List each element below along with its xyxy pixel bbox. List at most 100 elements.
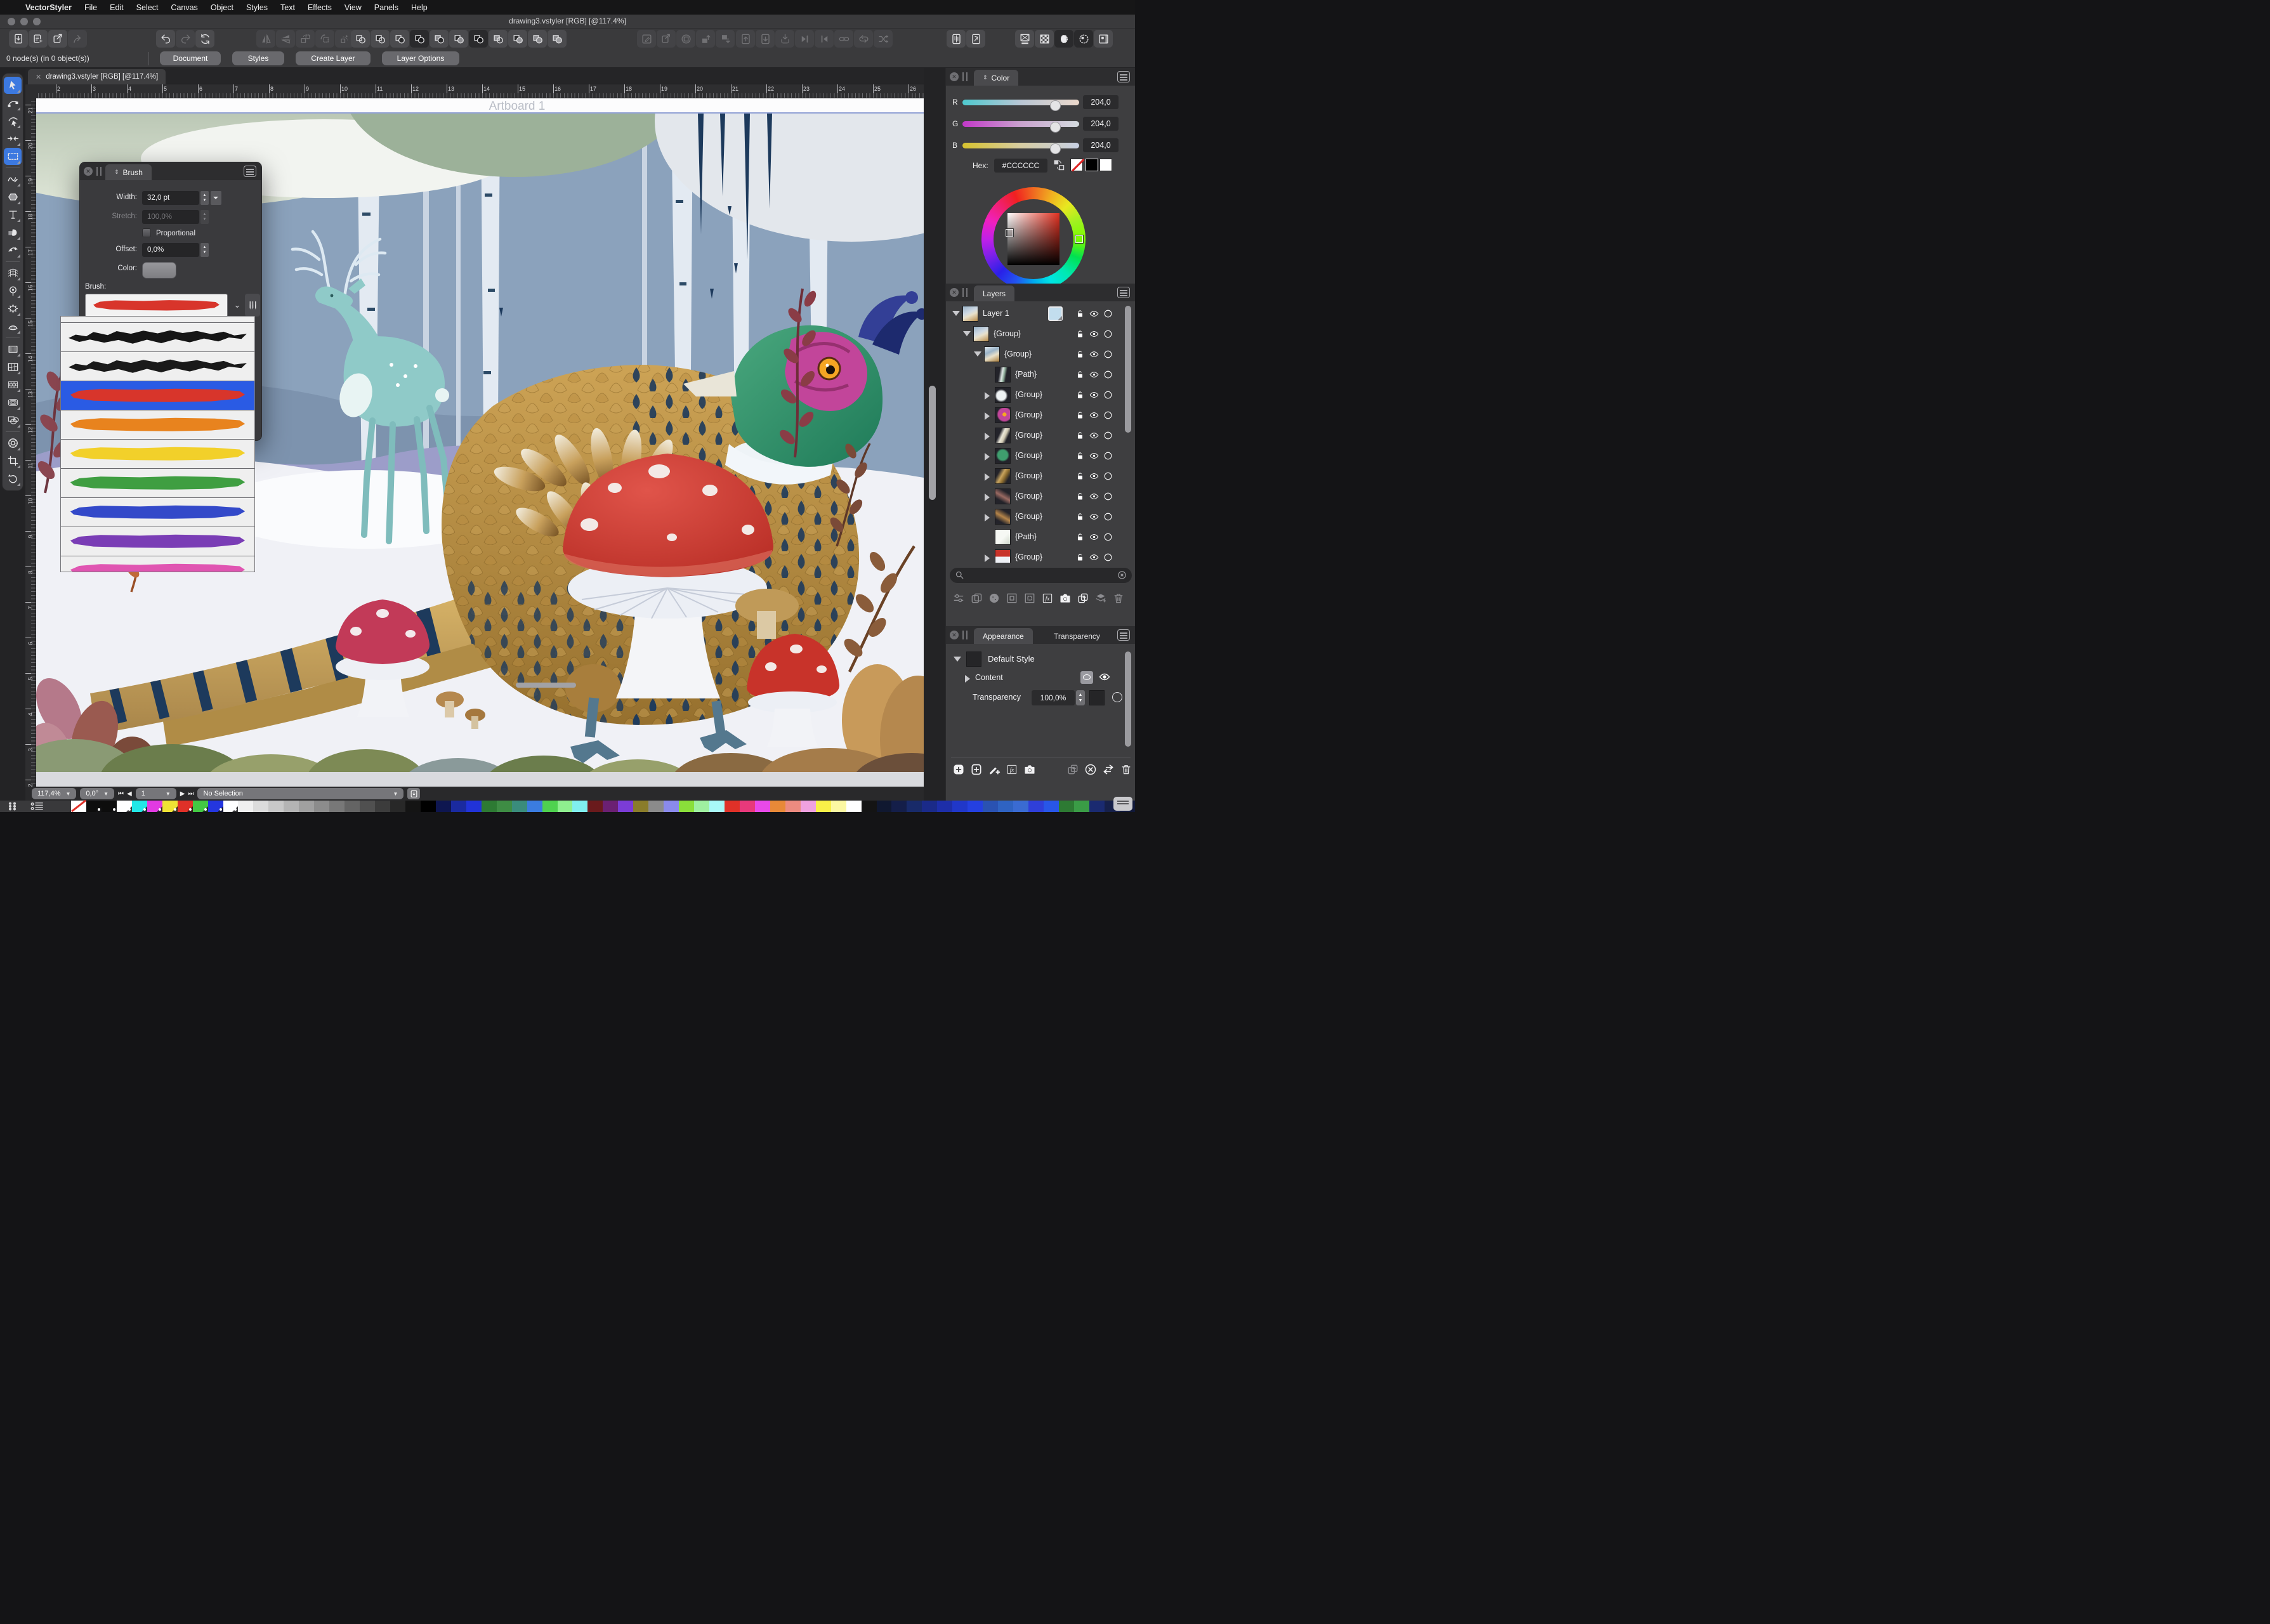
swatch[interactable] — [770, 801, 785, 812]
menu-item-effects[interactable]: Effects — [301, 3, 338, 12]
swatch[interactable] — [983, 801, 998, 812]
layer-lock-icon[interactable] — [1075, 491, 1086, 505]
brush-list-item-paint-pink[interactable] — [61, 556, 254, 572]
layers-action-frame-sq-icon[interactable] — [1006, 592, 1018, 605]
appearance-panel-menu-icon[interactable] — [1117, 629, 1130, 641]
tool-marquee[interactable] — [4, 148, 22, 165]
layer-lock-icon[interactable] — [1075, 471, 1086, 485]
selection-status-control[interactable]: No Selection▼ — [197, 788, 403, 799]
toolbar-bool-7-button[interactable] — [469, 30, 488, 48]
layers-action-copy-plus-icon[interactable] — [1077, 592, 1089, 605]
next-page-button[interactable]: ▶ — [180, 790, 185, 797]
layer-expander[interactable] — [985, 494, 990, 501]
layer-lock-icon[interactable] — [1075, 349, 1086, 363]
swatch[interactable] — [223, 801, 239, 812]
swatch[interactable] — [268, 801, 284, 812]
layer-target-icon[interactable] — [1103, 390, 1113, 403]
swatch[interactable] — [436, 801, 451, 812]
appearance-scrollbar[interactable] — [1125, 652, 1131, 747]
toolbar-bool-11-button[interactable] — [548, 30, 567, 48]
canvas-vertical-scrollbar[interactable] — [929, 386, 936, 500]
layer-target-icon[interactable] — [1103, 450, 1113, 464]
menu-item-panels[interactable]: Panels — [368, 3, 405, 12]
appearance-drag-handle[interactable] — [962, 631, 968, 639]
layers-action-fx-icon[interactable]: fx — [1041, 592, 1054, 605]
layer-row[interactable]: {Group} — [947, 507, 1126, 527]
menu-item-edit[interactable]: Edit — [103, 3, 130, 12]
toolbar-dot-circle-button[interactable] — [1074, 30, 1093, 48]
tool-halftone[interactable] — [4, 341, 22, 358]
tool-shapes[interactable] — [4, 412, 22, 429]
swatch[interactable] — [375, 801, 390, 812]
toolbar-doc-plus-button[interactable] — [29, 30, 48, 48]
layers-close-icon[interactable]: ✕ — [950, 288, 959, 297]
layer-lock-icon[interactable] — [1075, 390, 1086, 403]
toolbar-bool-8-button[interactable] — [489, 30, 508, 48]
swatch[interactable] — [466, 801, 482, 812]
swatch[interactable] — [1028, 801, 1044, 812]
swatch[interactable] — [344, 801, 360, 812]
swatch[interactable] — [208, 801, 223, 812]
toolbar-bool-2-button[interactable] — [371, 30, 390, 48]
transparency-field[interactable]: 100,0% — [1032, 690, 1075, 705]
appearance-action-copy-plus-icon[interactable] — [1066, 763, 1079, 776]
swatch[interactable] — [147, 801, 162, 812]
swatch-none[interactable] — [71, 801, 86, 812]
close-tab-icon[interactable]: ✕ — [36, 73, 41, 81]
tool-color-wheel[interactable] — [4, 435, 22, 452]
swatch[interactable] — [299, 801, 314, 812]
saturation-value-box[interactable] — [1007, 213, 1060, 265]
content-expander[interactable] — [965, 675, 970, 683]
layers-action-frame-plus-icon[interactable] — [1023, 592, 1036, 605]
layer-lock-icon[interactable] — [1075, 430, 1086, 444]
swatch[interactable] — [527, 801, 542, 812]
brush-color-swatch[interactable] — [142, 262, 176, 278]
toolbar-mask-button[interactable] — [1054, 30, 1073, 48]
layers-panel-menu-icon[interactable] — [1117, 287, 1130, 298]
swatch[interactable] — [891, 801, 907, 812]
layer-row[interactable]: {Group} — [947, 405, 1126, 425]
swatch[interactable] — [451, 801, 466, 812]
swatch[interactable] — [497, 801, 512, 812]
tool-converge[interactable] — [4, 130, 22, 147]
tool-shape-bool[interactable] — [4, 224, 22, 241]
toolbar-sync-button[interactable] — [195, 30, 214, 48]
layer-target-icon[interactable] — [1103, 552, 1113, 563]
toolbar-bool-10-button[interactable] — [528, 30, 547, 48]
snapshot-icon[interactable] — [407, 788, 420, 799]
swatch[interactable] — [937, 801, 952, 812]
toolbar-share-box-button[interactable] — [48, 30, 67, 48]
tool-mesh[interactable] — [4, 265, 22, 282]
layer-lock-icon[interactable] — [1075, 308, 1086, 322]
brush-list-item-partial[interactable] — [61, 317, 254, 323]
brush-list-item-paint-yellow[interactable] — [61, 440, 254, 469]
swatch[interactable] — [1059, 801, 1074, 812]
layer-lock-icon[interactable] — [1075, 369, 1086, 383]
panel-menu-icon[interactable] — [244, 166, 256, 177]
horizontal-ruler[interactable]: 2345678910111213141516171819202122232425… — [36, 84, 924, 98]
layer-row[interactable]: {Group} — [947, 344, 1126, 364]
width-dropdown[interactable] — [211, 191, 221, 205]
toolbar-artboard-button[interactable] — [1015, 30, 1034, 48]
swatch[interactable] — [648, 801, 664, 812]
content-indicator-icon[interactable] — [1080, 671, 1093, 684]
zoom-level-control[interactable]: 117,4%▼ — [32, 788, 76, 799]
swatch[interactable] — [862, 801, 877, 812]
menu-item-view[interactable]: View — [338, 3, 368, 12]
swatch[interactable] — [86, 801, 102, 812]
layer-expander[interactable] — [985, 433, 990, 440]
layer-visibility-icon[interactable] — [1089, 430, 1099, 444]
layers-action-layers-stack-icon[interactable] — [1094, 592, 1107, 605]
swatch[interactable] — [1074, 801, 1089, 812]
menu-item-canvas[interactable]: Canvas — [164, 3, 204, 12]
menu-item-file[interactable]: File — [78, 3, 103, 12]
swatch[interactable] — [512, 801, 527, 812]
toolbar-bool-1-button[interactable] — [351, 30, 370, 48]
layer-row[interactable]: {Path} — [947, 527, 1126, 547]
document-tab[interactable]: ✕ drawing3.vstyler [RGB] [@117.4%] — [28, 69, 166, 84]
layer-lock-icon[interactable] — [1075, 511, 1086, 525]
layer-visibility-icon[interactable] — [1089, 511, 1099, 525]
tool-curve-select[interactable] — [4, 112, 22, 129]
channel-slider[interactable] — [962, 121, 1079, 127]
tool-fan[interactable] — [4, 318, 22, 335]
